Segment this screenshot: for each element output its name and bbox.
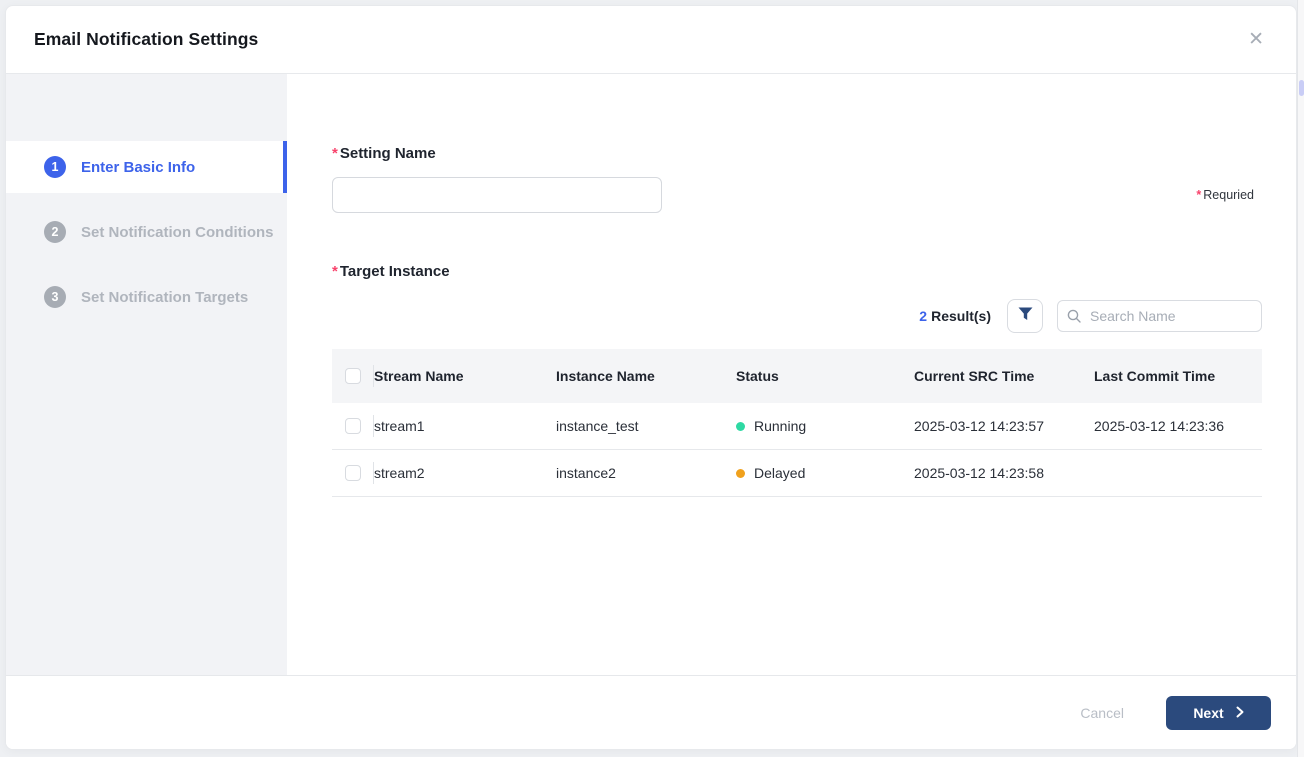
cell-current-src-time: 2025-03-12 14:23:57 — [914, 418, 1094, 434]
column-divider — [373, 415, 374, 437]
next-button[interactable]: Next — [1166, 696, 1271, 730]
cell-instance-name: instance2 — [556, 465, 736, 481]
column-divider — [373, 462, 374, 484]
cell-last-commit-time: 2025-03-12 14:23:36 — [1094, 418, 1262, 434]
steps-sidebar: 1 Enter Basic Info 2 Set Notification Co… — [6, 74, 287, 675]
step-2-label: Set Notification Conditions — [81, 224, 274, 241]
cell-instance-name: instance_test — [556, 418, 736, 434]
column-divider — [373, 365, 374, 387]
step-3-label: Set Notification Targets — [81, 289, 248, 306]
result-count: 2Result(s) — [919, 308, 991, 324]
cancel-button[interactable]: Cancel — [1080, 705, 1124, 721]
header-checkbox-cell — [332, 349, 374, 403]
row-checkbox-cell — [332, 450, 374, 496]
status-label: Delayed — [754, 465, 805, 481]
close-icon[interactable]: ✕ — [1244, 26, 1268, 53]
modal-title: Email Notification Settings — [34, 29, 258, 50]
step-set-notification-conditions[interactable]: 2 Set Notification Conditions — [6, 206, 287, 258]
step-set-notification-targets[interactable]: 3 Set Notification Targets — [6, 271, 287, 323]
email-notification-settings-modal: Email Notification Settings ✕ 1 Enter Ba… — [5, 5, 1297, 750]
header-last-commit-time: Last Commit Time — [1094, 368, 1262, 384]
row-checkbox[interactable] — [345, 465, 361, 481]
search-box — [1057, 300, 1262, 332]
step-enter-basic-info[interactable]: 1 Enter Basic Info — [6, 141, 287, 193]
next-button-label: Next — [1193, 705, 1223, 721]
filter-button[interactable] — [1007, 299, 1043, 333]
cell-stream-name: stream2 — [374, 465, 556, 481]
required-asterisk: * — [1196, 188, 1201, 202]
cell-current-src-time: 2025-03-12 14:23:58 — [914, 465, 1094, 481]
table-header-row: Stream Name Instance Name Status Current… — [332, 349, 1262, 403]
step-2-number: 2 — [44, 221, 66, 243]
result-count-number: 2 — [919, 308, 927, 324]
cell-status: Running — [736, 418, 914, 434]
header-status: Status — [736, 368, 914, 384]
step-3-number: 3 — [44, 286, 66, 308]
required-note-text: Requried — [1203, 188, 1254, 202]
target-instance-table: Stream Name Instance Name Status Current… — [332, 349, 1262, 497]
required-note: *Requried — [1196, 188, 1254, 202]
row-checkbox-cell — [332, 403, 374, 449]
setting-name-input[interactable] — [332, 177, 662, 213]
status-dot-running — [736, 422, 745, 431]
result-count-label: Result(s) — [931, 308, 991, 324]
target-instance-label: *Target Instance — [332, 263, 1259, 280]
header-current-src-time: Current SRC Time — [914, 368, 1094, 384]
step-1-number: 1 — [44, 156, 66, 178]
page-scrollbar[interactable] — [1297, 0, 1304, 757]
status-label: Running — [754, 418, 806, 434]
status-dot-delayed — [736, 469, 745, 478]
table-row[interactable]: stream1 instance_test Running 2025-03-12… — [332, 403, 1262, 450]
search-input[interactable] — [1057, 300, 1262, 332]
search-icon — [1066, 308, 1082, 329]
setting-name-label: *Setting Name — [332, 74, 1259, 162]
table-toolbar: 2Result(s) — [332, 299, 1262, 333]
modal-body: 1 Enter Basic Info 2 Set Notification Co… — [6, 74, 1296, 675]
main-content: *Requried *Setting Name *Target Instance… — [287, 74, 1296, 675]
cell-status: Delayed — [736, 465, 914, 481]
chevron-right-icon — [1236, 705, 1244, 721]
row-checkbox[interactable] — [345, 418, 361, 434]
required-asterisk: * — [332, 263, 338, 280]
scrollbar-thumb[interactable] — [1299, 80, 1304, 96]
cell-stream-name: stream1 — [374, 418, 556, 434]
filter-funnel-icon — [1018, 307, 1033, 326]
table-row[interactable]: stream2 instance2 Delayed 2025-03-12 14:… — [332, 450, 1262, 497]
modal-footer: Cancel Next — [6, 675, 1296, 749]
header-instance-name: Instance Name — [556, 368, 736, 384]
step-1-label: Enter Basic Info — [81, 159, 195, 176]
header-stream-name: Stream Name — [374, 368, 556, 384]
modal-header: Email Notification Settings ✕ — [6, 6, 1296, 74]
select-all-checkbox[interactable] — [345, 368, 361, 384]
required-asterisk: * — [332, 145, 338, 162]
